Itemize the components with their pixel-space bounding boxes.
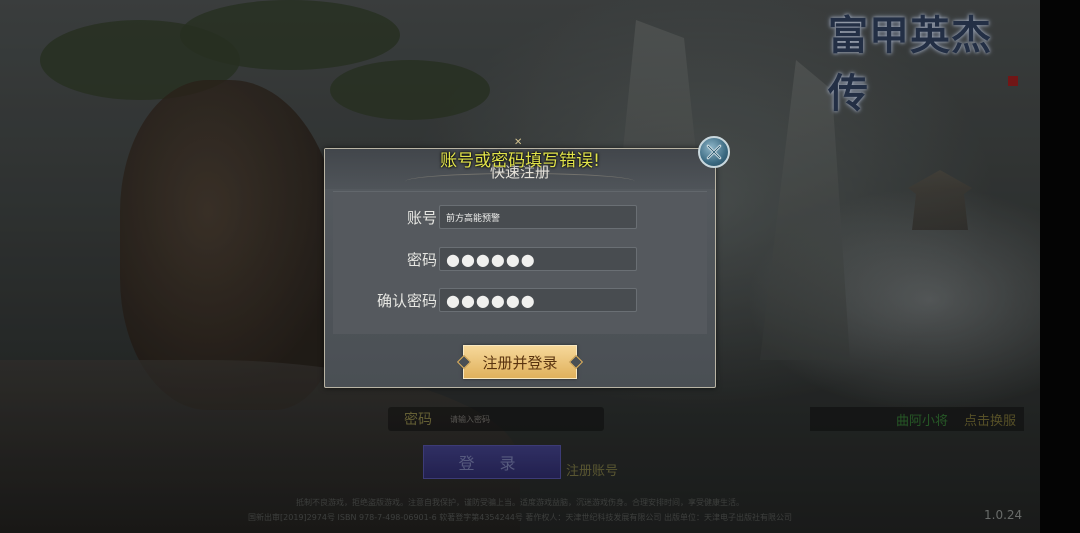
confirm-password-input[interactable] xyxy=(439,288,637,312)
confirm-password-row: 确认密码 xyxy=(333,288,707,312)
password-row: 密码 xyxy=(333,247,707,271)
button-ornament xyxy=(568,354,584,370)
dialog-body: 账号 密码 确认密码 xyxy=(333,191,707,334)
password-label: 密码 xyxy=(406,251,437,269)
account-label: 账号 xyxy=(406,209,437,227)
register-dialog: 快速注册 账号 密码 确认密码 注册并登录 xyxy=(324,148,716,388)
account-input[interactable] xyxy=(439,205,637,229)
button-ornament xyxy=(456,354,472,370)
error-message: 账号或密码填写错误! xyxy=(440,151,600,171)
password-input[interactable] xyxy=(439,247,637,271)
register-and-login-button[interactable]: 注册并登录 xyxy=(456,345,584,379)
account-row: 账号 xyxy=(333,205,707,229)
confirm-password-label: 确认密码 xyxy=(376,292,437,310)
register-and-login-label: 注册并登录 xyxy=(482,353,558,372)
